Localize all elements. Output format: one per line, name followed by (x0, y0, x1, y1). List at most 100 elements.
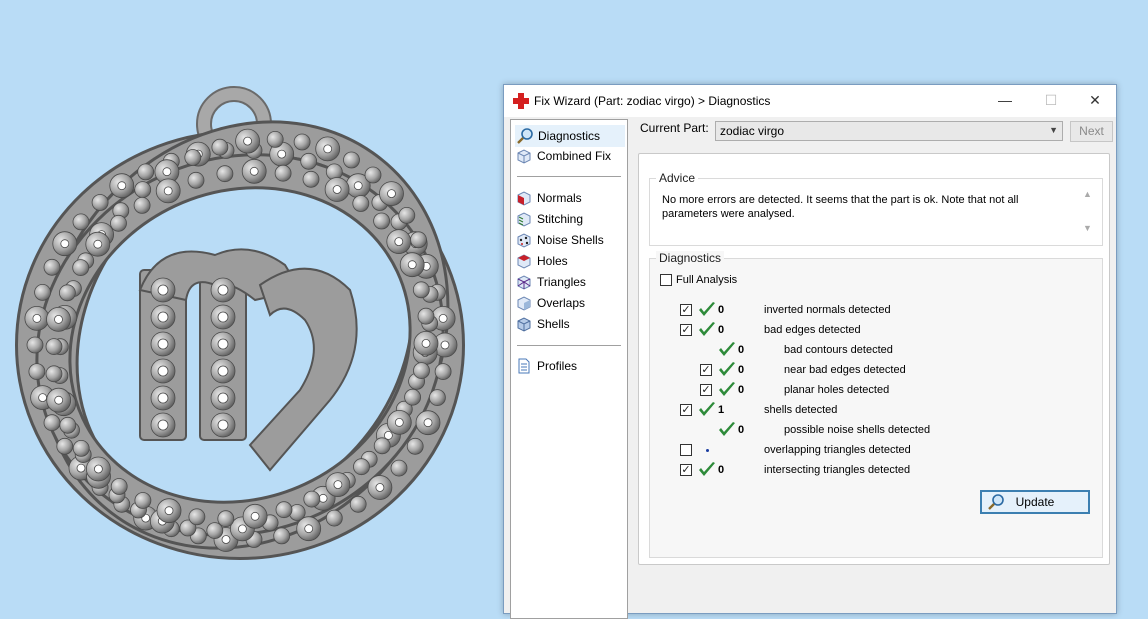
nav-label: Normals (537, 191, 582, 205)
shells-cube-icon (515, 315, 533, 333)
bead-hole (93, 239, 103, 249)
bead (273, 527, 291, 545)
bead (413, 362, 430, 380)
row-checkbox[interactable]: ✓ (680, 304, 692, 316)
minimize-button[interactable]: — (982, 85, 1028, 115)
row-label: bad edges detected (764, 324, 861, 336)
row-checkbox[interactable]: ✓ (700, 384, 712, 396)
nav-item-normals[interactable]: Normals (515, 188, 582, 208)
bead (275, 501, 293, 519)
current-part-dropdown[interactable]: zodiac virgo ▼ (715, 121, 1063, 141)
bead (390, 459, 408, 477)
nav-item-profiles[interactable]: Profiles (515, 356, 577, 376)
nav-label: Noise Shells (537, 233, 604, 247)
bead-hole (94, 464, 103, 474)
bead (352, 195, 370, 212)
pending-dot-icon (706, 449, 709, 452)
bead (410, 231, 427, 249)
scroll-down-icon[interactable]: ▼ (1083, 223, 1092, 233)
stitching-cube-icon (515, 210, 533, 228)
current-part-label: Current Part: (640, 121, 709, 135)
check-icon (719, 382, 735, 396)
bead (343, 151, 360, 169)
red-cross-icon (513, 93, 529, 109)
nav-item-shells[interactable]: Shells (515, 314, 570, 334)
bead (325, 509, 343, 527)
advice-scrollbar[interactable]: ▲ ▼ (1082, 189, 1094, 237)
model-viewport[interactable] (0, 0, 505, 609)
nav-item-noise-shells[interactable]: Noise Shells (515, 230, 604, 250)
close-button[interactable]: ✕ (1072, 85, 1118, 115)
bead-hole (60, 239, 70, 249)
wizard-nav: Diagnostics Combined Fix Normals Stitchi (510, 119, 628, 619)
bead-hole (323, 144, 333, 154)
chevron-down-icon: ▼ (1049, 125, 1058, 135)
diagnostics-panel: Advice No more errors are detected. It s… (638, 153, 1110, 565)
overlaps-cube-icon (515, 294, 533, 312)
nav-item-diagnostics[interactable]: Diagnostics (515, 125, 625, 147)
bead (404, 388, 422, 406)
bead (266, 130, 284, 148)
scroll-up-icon[interactable]: ▲ (1083, 189, 1092, 199)
row-label: near bad edges detected (784, 364, 906, 376)
diagnostics-group: Diagnostics Full Analysis ✓ 0 inverted nor… (649, 251, 1103, 558)
bead-hole (332, 185, 342, 194)
bead-hole (237, 524, 247, 534)
bead-hole (54, 314, 63, 324)
full-analysis-checkbox[interactable] (660, 274, 672, 286)
bead-hole (387, 189, 396, 199)
row-checkbox[interactable]: ✓ (680, 404, 692, 416)
row-label: planar holes detected (784, 384, 890, 396)
row-count: 0 (738, 364, 745, 376)
bead (353, 458, 370, 476)
nav-item-holes[interactable]: Holes (515, 251, 568, 271)
bead-hole (394, 417, 404, 427)
bead-hole (353, 181, 363, 191)
bead (91, 194, 109, 211)
bead-hole (423, 418, 433, 428)
row-label: overlapping triangles detected (764, 444, 911, 456)
bead-hole (221, 535, 231, 544)
check-icon (699, 462, 715, 476)
row-label: possible noise shells detected (784, 424, 931, 436)
bead (56, 437, 74, 455)
bead (364, 166, 382, 184)
nav-label: Overlaps (537, 296, 586, 310)
nav-item-stitching[interactable]: Stitching (515, 209, 583, 229)
row-checkbox[interactable]: ✓ (680, 464, 692, 476)
bead (398, 206, 416, 224)
nav-item-overlaps[interactable]: Overlaps (515, 293, 585, 313)
update-button[interactable]: Update (980, 490, 1090, 514)
maximize-button[interactable]: ☐ (1028, 85, 1074, 115)
current-part-value: zodiac virgo (720, 124, 785, 138)
bead-hole (157, 365, 169, 377)
next-button[interactable]: Next (1070, 121, 1113, 142)
bead (72, 259, 90, 277)
bead (349, 495, 367, 513)
row-checkbox[interactable]: ✓ (700, 364, 712, 376)
bead (43, 414, 61, 432)
bead-hole (164, 506, 174, 516)
normals-cube-icon (515, 189, 533, 207)
bead-hole (243, 136, 253, 146)
bead (303, 490, 321, 508)
bead-hole (407, 260, 417, 270)
nav-label: Holes (537, 254, 568, 268)
bead (137, 163, 155, 181)
document-icon (515, 357, 533, 375)
row-checkbox[interactable]: ✓ (680, 324, 692, 336)
bead (26, 336, 44, 354)
bead-hole (333, 480, 343, 490)
title-bar[interactable]: Fix Wizard (Part: zodiac virgo) > Diagno… (504, 85, 1116, 117)
row-checkbox[interactable] (680, 444, 692, 456)
bead (302, 170, 320, 188)
bead-hole (157, 419, 169, 431)
nav-item-triangles[interactable]: Triangles (515, 272, 586, 292)
bead (59, 416, 77, 434)
advice-title: Advice (656, 171, 699, 185)
bead-hole (162, 167, 172, 177)
bead-hole (375, 483, 385, 492)
nav-item-combined-fix[interactable]: Combined Fix (515, 146, 611, 166)
fix-wizard-dialog: Fix Wizard (Part: zodiac virgo) > Diagno… (503, 84, 1117, 619)
bead (72, 213, 90, 231)
